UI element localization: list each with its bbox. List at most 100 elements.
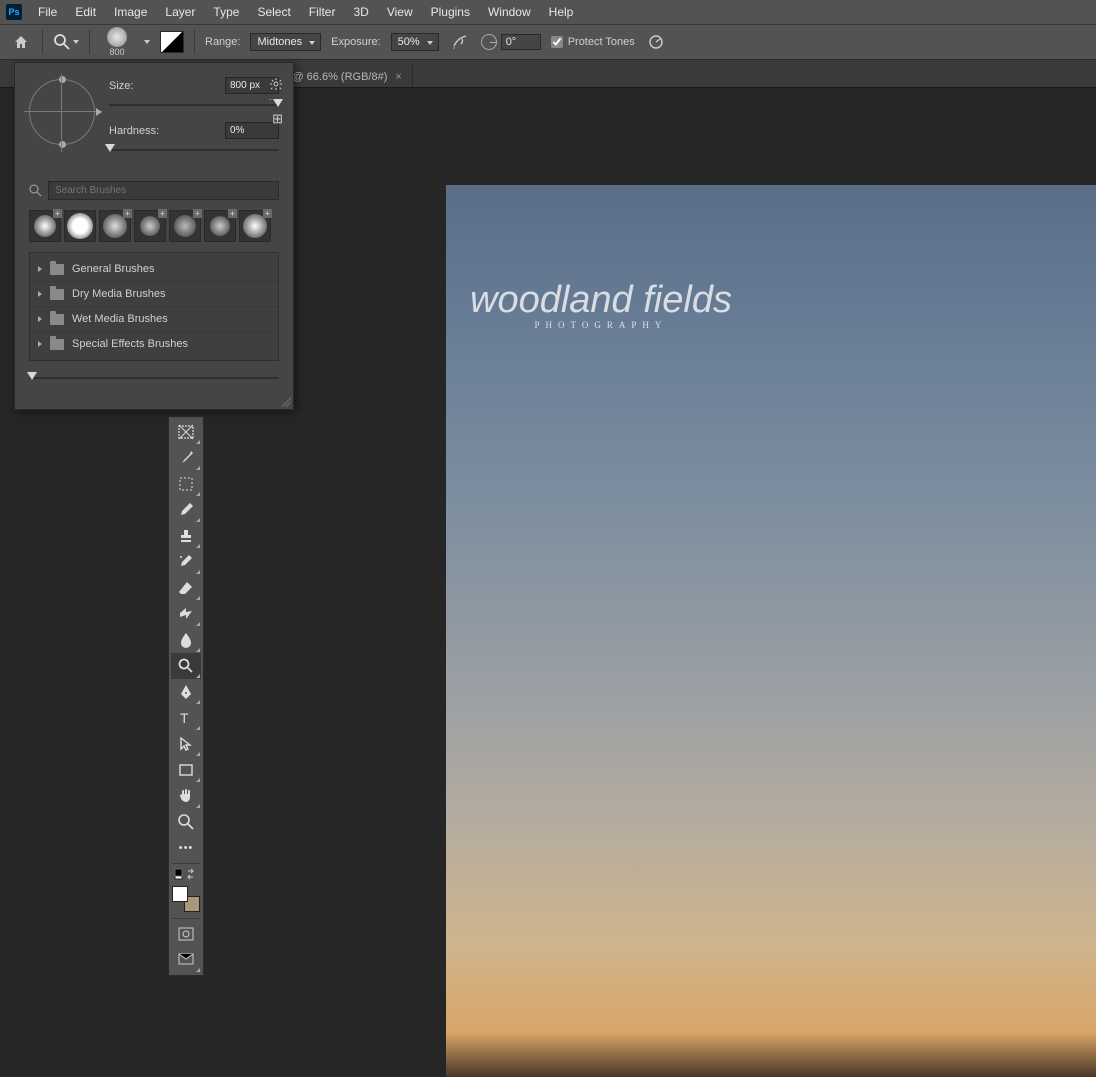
search-icon (29, 184, 42, 197)
brush-panel-new-preset[interactable]: ⊞ (272, 111, 283, 127)
tool-zoom[interactable] (171, 809, 201, 835)
tool-brush[interactable] (171, 497, 201, 523)
brush-preset-panel: . ⊞ Size: Hardness: (14, 62, 294, 410)
gear-icon (269, 77, 283, 91)
selection-icon (177, 475, 195, 493)
range-label: Range: (205, 36, 240, 48)
recent-brush-6[interactable]: + (239, 210, 271, 242)
brush-angle-control[interactable] (481, 34, 541, 50)
menu-view[interactable]: View (379, 2, 421, 22)
tool-dodge[interactable] (171, 653, 201, 679)
swap-colors-icon (174, 868, 198, 880)
watermark-sub: PHOTOGRAPHY (470, 321, 732, 329)
tool-blur[interactable] (171, 627, 201, 653)
tool-indicator[interactable] (53, 33, 79, 51)
shape-icon (177, 761, 195, 779)
recent-brush-5[interactable]: + (204, 210, 236, 242)
tool-gradient[interactable] (171, 601, 201, 627)
quick-mask-icon (177, 925, 195, 943)
eyedropper-icon (177, 449, 195, 467)
options-bar: 800 Range: Midtones Exposure: 50% Protec… (0, 24, 1096, 60)
recent-brush-2[interactable]: + (99, 210, 131, 242)
brush-preview-circle (107, 27, 127, 47)
zoom-icon (177, 813, 195, 831)
color-swatch[interactable] (172, 886, 200, 912)
brush-folder-1[interactable]: Dry Media Brushes (30, 282, 278, 307)
brush-angle-widget[interactable] (29, 79, 95, 145)
tool-eyedropper[interactable] (171, 445, 201, 471)
menu-help[interactable]: Help (541, 2, 582, 22)
tab-1-close[interactable]: × (395, 71, 401, 83)
eraser-icon (177, 579, 195, 597)
tool-history-brush[interactable] (171, 549, 201, 575)
airbrush-icon (451, 33, 469, 51)
tool-type[interactable]: T (171, 705, 201, 731)
tool-pen[interactable] (171, 679, 201, 705)
tool-eraser[interactable] (171, 575, 201, 601)
brush-zoom-slider[interactable] (29, 371, 279, 385)
recent-brushes: + + + + + + (29, 210, 279, 242)
airbrush-button[interactable] (449, 31, 471, 53)
ps-logo: Ps (6, 4, 22, 20)
exposure-select[interactable]: 50% (391, 33, 439, 51)
brush-icon (177, 501, 195, 519)
brush-folder-3[interactable]: Special Effects Brushes (30, 332, 278, 356)
menu-3d[interactable]: 3D (345, 2, 376, 22)
pressure-button[interactable] (645, 31, 667, 53)
tool-hand[interactable] (171, 783, 201, 809)
brush-folder-2[interactable]: Wet Media Brushes (30, 307, 278, 332)
tool-shape[interactable] (171, 757, 201, 783)
protect-tones-input[interactable] (551, 36, 563, 48)
recent-brush-4[interactable]: + (169, 210, 201, 242)
folder-icon (50, 314, 64, 325)
brush-folder-3-label: Special Effects Brushes (72, 338, 188, 350)
recent-brush-3[interactable]: + (134, 210, 166, 242)
menu-edit[interactable]: Edit (67, 2, 104, 22)
brush-size-label: 800 (109, 47, 124, 57)
hardness-slider[interactable] (109, 143, 279, 157)
foreground-color[interactable] (172, 886, 188, 902)
svg-text:T: T (180, 710, 189, 726)
menu-layer[interactable]: Layer (157, 2, 203, 22)
chevron-down-icon[interactable] (144, 40, 150, 44)
brush-folder-2-label: Wet Media Brushes (72, 313, 168, 325)
recent-brush-0[interactable]: + (29, 210, 61, 242)
brush-search-input[interactable] (48, 181, 279, 200)
brush-folder-0[interactable]: General Brushes (30, 257, 278, 282)
tool-rect-marquee[interactable] (171, 419, 201, 445)
hardness-input[interactable] (225, 122, 279, 139)
tool-more[interactable]: ••• (171, 835, 201, 861)
hand-icon (177, 787, 195, 805)
menu-window[interactable]: Window (480, 2, 539, 22)
watermark: woodland fields PHOTOGRAPHY (470, 283, 732, 329)
brush-folder-1-label: Dry Media Brushes (72, 288, 166, 300)
brush-folder-0-label: General Brushes (72, 263, 155, 275)
size-label: Size: (109, 80, 133, 92)
pressure-icon (647, 33, 665, 51)
tool-stamp[interactable] (171, 523, 201, 549)
screen-mode[interactable] (171, 947, 201, 973)
size-slider[interactable] (109, 98, 279, 112)
menu-select[interactable]: Select (249, 2, 298, 22)
quick-mask[interactable] (171, 921, 201, 947)
blur-icon (177, 631, 195, 649)
tool-path-select[interactable] (171, 731, 201, 757)
protect-tones-checkbox[interactable]: Protect Tones (551, 36, 635, 48)
range-select[interactable]: Midtones (250, 33, 321, 51)
panel-resize-handle[interactable] (281, 397, 291, 407)
angle-dial-icon (481, 34, 497, 50)
brush-panel-toggle[interactable] (160, 31, 184, 53)
more-icon: ••• (179, 842, 194, 854)
rect-marquee-icon (177, 423, 195, 441)
recent-brush-1[interactable] (64, 210, 96, 242)
menu-type[interactable]: Type (205, 2, 247, 22)
menu-image[interactable]: Image (106, 2, 155, 22)
menu-file[interactable]: File (30, 2, 65, 22)
swap-colors[interactable] (171, 866, 201, 882)
menu-filter[interactable]: Filter (301, 2, 344, 22)
tool-selection[interactable] (171, 471, 201, 497)
angle-input[interactable] (501, 34, 541, 50)
brush-preset-picker[interactable]: 800 (100, 27, 134, 57)
home-button[interactable] (10, 31, 32, 53)
menu-plugins[interactable]: Plugins (423, 2, 478, 22)
